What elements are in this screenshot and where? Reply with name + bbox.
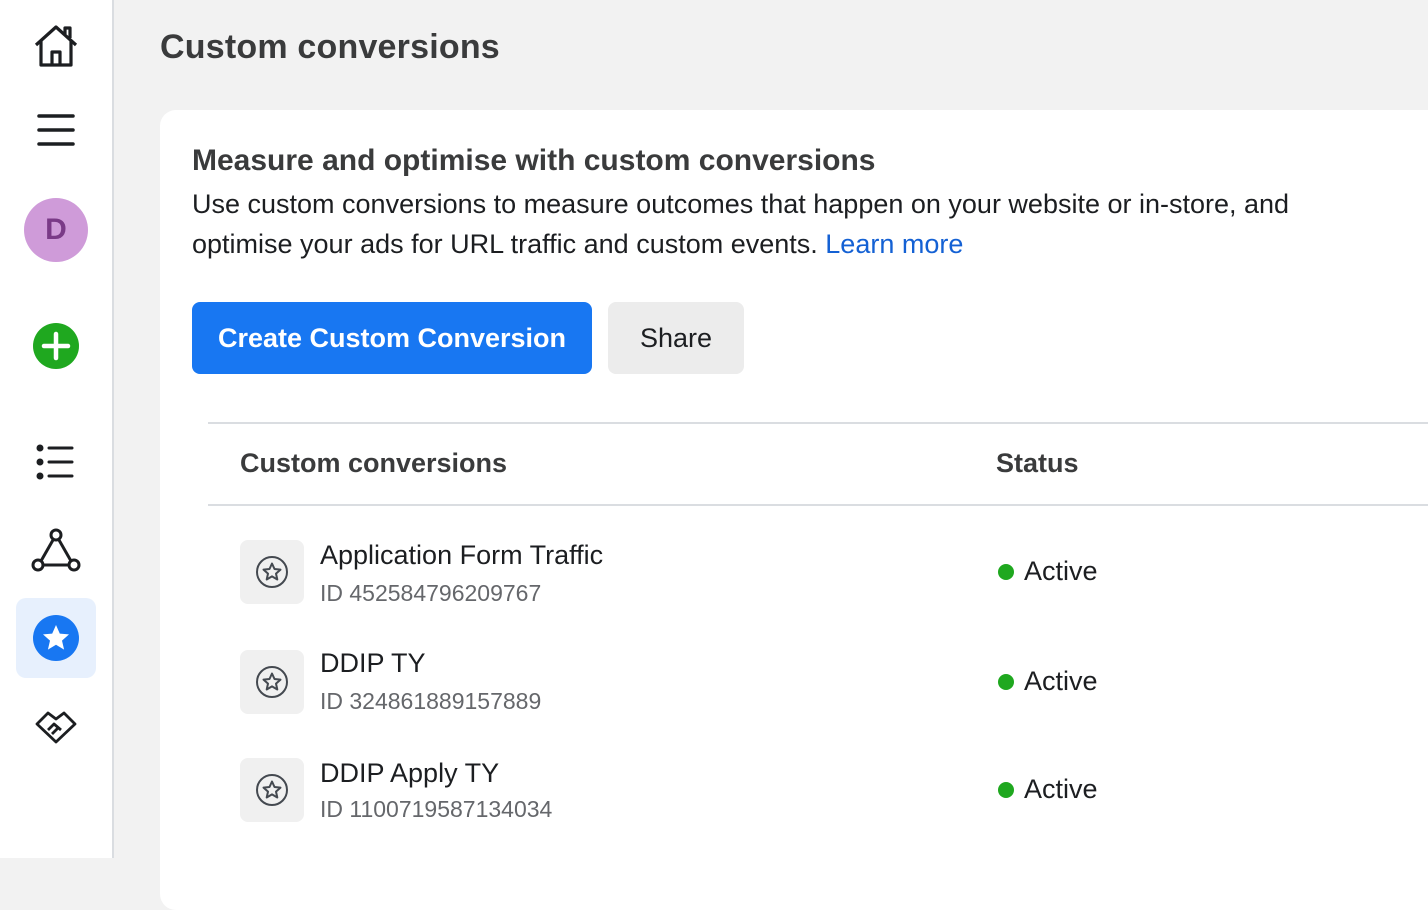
avatar: D xyxy=(24,198,88,262)
menu-button[interactable] xyxy=(16,90,96,170)
column-header-custom-conversions[interactable]: Custom conversions xyxy=(240,448,507,479)
conversion-icon xyxy=(240,758,304,822)
id-label: ID xyxy=(320,688,343,714)
table-row[interactable]: DDIP Apply TY ID 1100719587134034 Active xyxy=(208,758,1428,868)
star-icon xyxy=(33,615,79,661)
menu-icon xyxy=(37,114,75,146)
status-cell: Active xyxy=(998,774,1098,805)
status-text: Active xyxy=(1024,774,1098,804)
left-sidebar: D xyxy=(0,0,114,858)
home-button[interactable] xyxy=(16,6,96,86)
table-row[interactable]: DDIP TY ID 324861889157889 Active xyxy=(208,648,1428,758)
status-cell: Active xyxy=(998,556,1098,587)
table-row[interactable]: Application Form Traffic ID 452584796209… xyxy=(208,540,1428,650)
conversion-id: ID 1100719587134034 xyxy=(320,796,552,823)
home-icon xyxy=(34,25,78,67)
card-description: Use custom conversions to measure outcom… xyxy=(192,184,1352,264)
conversion-id: ID 452584796209767 xyxy=(320,580,541,607)
description-text: Use custom conversions to measure outcom… xyxy=(192,189,1290,259)
column-header-status[interactable]: Status xyxy=(996,448,1079,479)
handshake-icon xyxy=(35,711,77,744)
conversion-name[interactable]: DDIP TY xyxy=(320,648,426,679)
card-heading: Measure and optimise with custom convers… xyxy=(192,144,876,177)
table-header: Custom conversions Status xyxy=(208,422,1428,506)
conversion-icon xyxy=(240,540,304,604)
learn-more-link[interactable]: Learn more xyxy=(825,229,963,259)
star-outline-icon xyxy=(256,774,288,806)
star-outline-icon xyxy=(256,666,288,698)
status-dot xyxy=(998,563,1014,580)
id-value: 452584796209767 xyxy=(349,580,542,606)
conversions-table: Custom conversions Status Application Fo… xyxy=(208,422,1428,868)
status-text: Active xyxy=(1024,556,1098,586)
share-button[interactable]: Share xyxy=(608,302,744,374)
create-button[interactable] xyxy=(16,306,96,386)
status-dot xyxy=(998,673,1014,690)
graph-icon xyxy=(31,528,81,572)
conversion-id: ID 324861889157889 xyxy=(320,688,541,715)
list-button[interactable] xyxy=(16,422,96,502)
conversion-name[interactable]: Application Form Traffic xyxy=(320,540,603,571)
star-outline-icon xyxy=(256,556,288,588)
events-button[interactable] xyxy=(16,510,96,590)
conversion-icon xyxy=(240,650,304,714)
id-value: 1100719587134034 xyxy=(349,796,553,822)
partners-button[interactable] xyxy=(16,686,96,766)
status-cell: Active xyxy=(998,666,1098,697)
conversion-name[interactable]: DDIP Apply TY xyxy=(320,758,499,789)
list-icon xyxy=(36,444,74,480)
create-custom-conversion-button[interactable]: Create Custom Conversion xyxy=(192,302,592,374)
main-card: Measure and optimise with custom convers… xyxy=(160,110,1428,910)
plus-circle-icon xyxy=(33,323,79,369)
page-title: Custom conversions xyxy=(160,28,500,66)
custom-conversions-button[interactable] xyxy=(16,598,96,678)
id-label: ID xyxy=(320,580,343,606)
id-label: ID xyxy=(320,796,343,822)
account-button[interactable]: D xyxy=(16,190,96,270)
status-text: Active xyxy=(1024,666,1098,696)
id-value: 324861889157889 xyxy=(349,688,542,714)
status-dot xyxy=(998,781,1014,798)
